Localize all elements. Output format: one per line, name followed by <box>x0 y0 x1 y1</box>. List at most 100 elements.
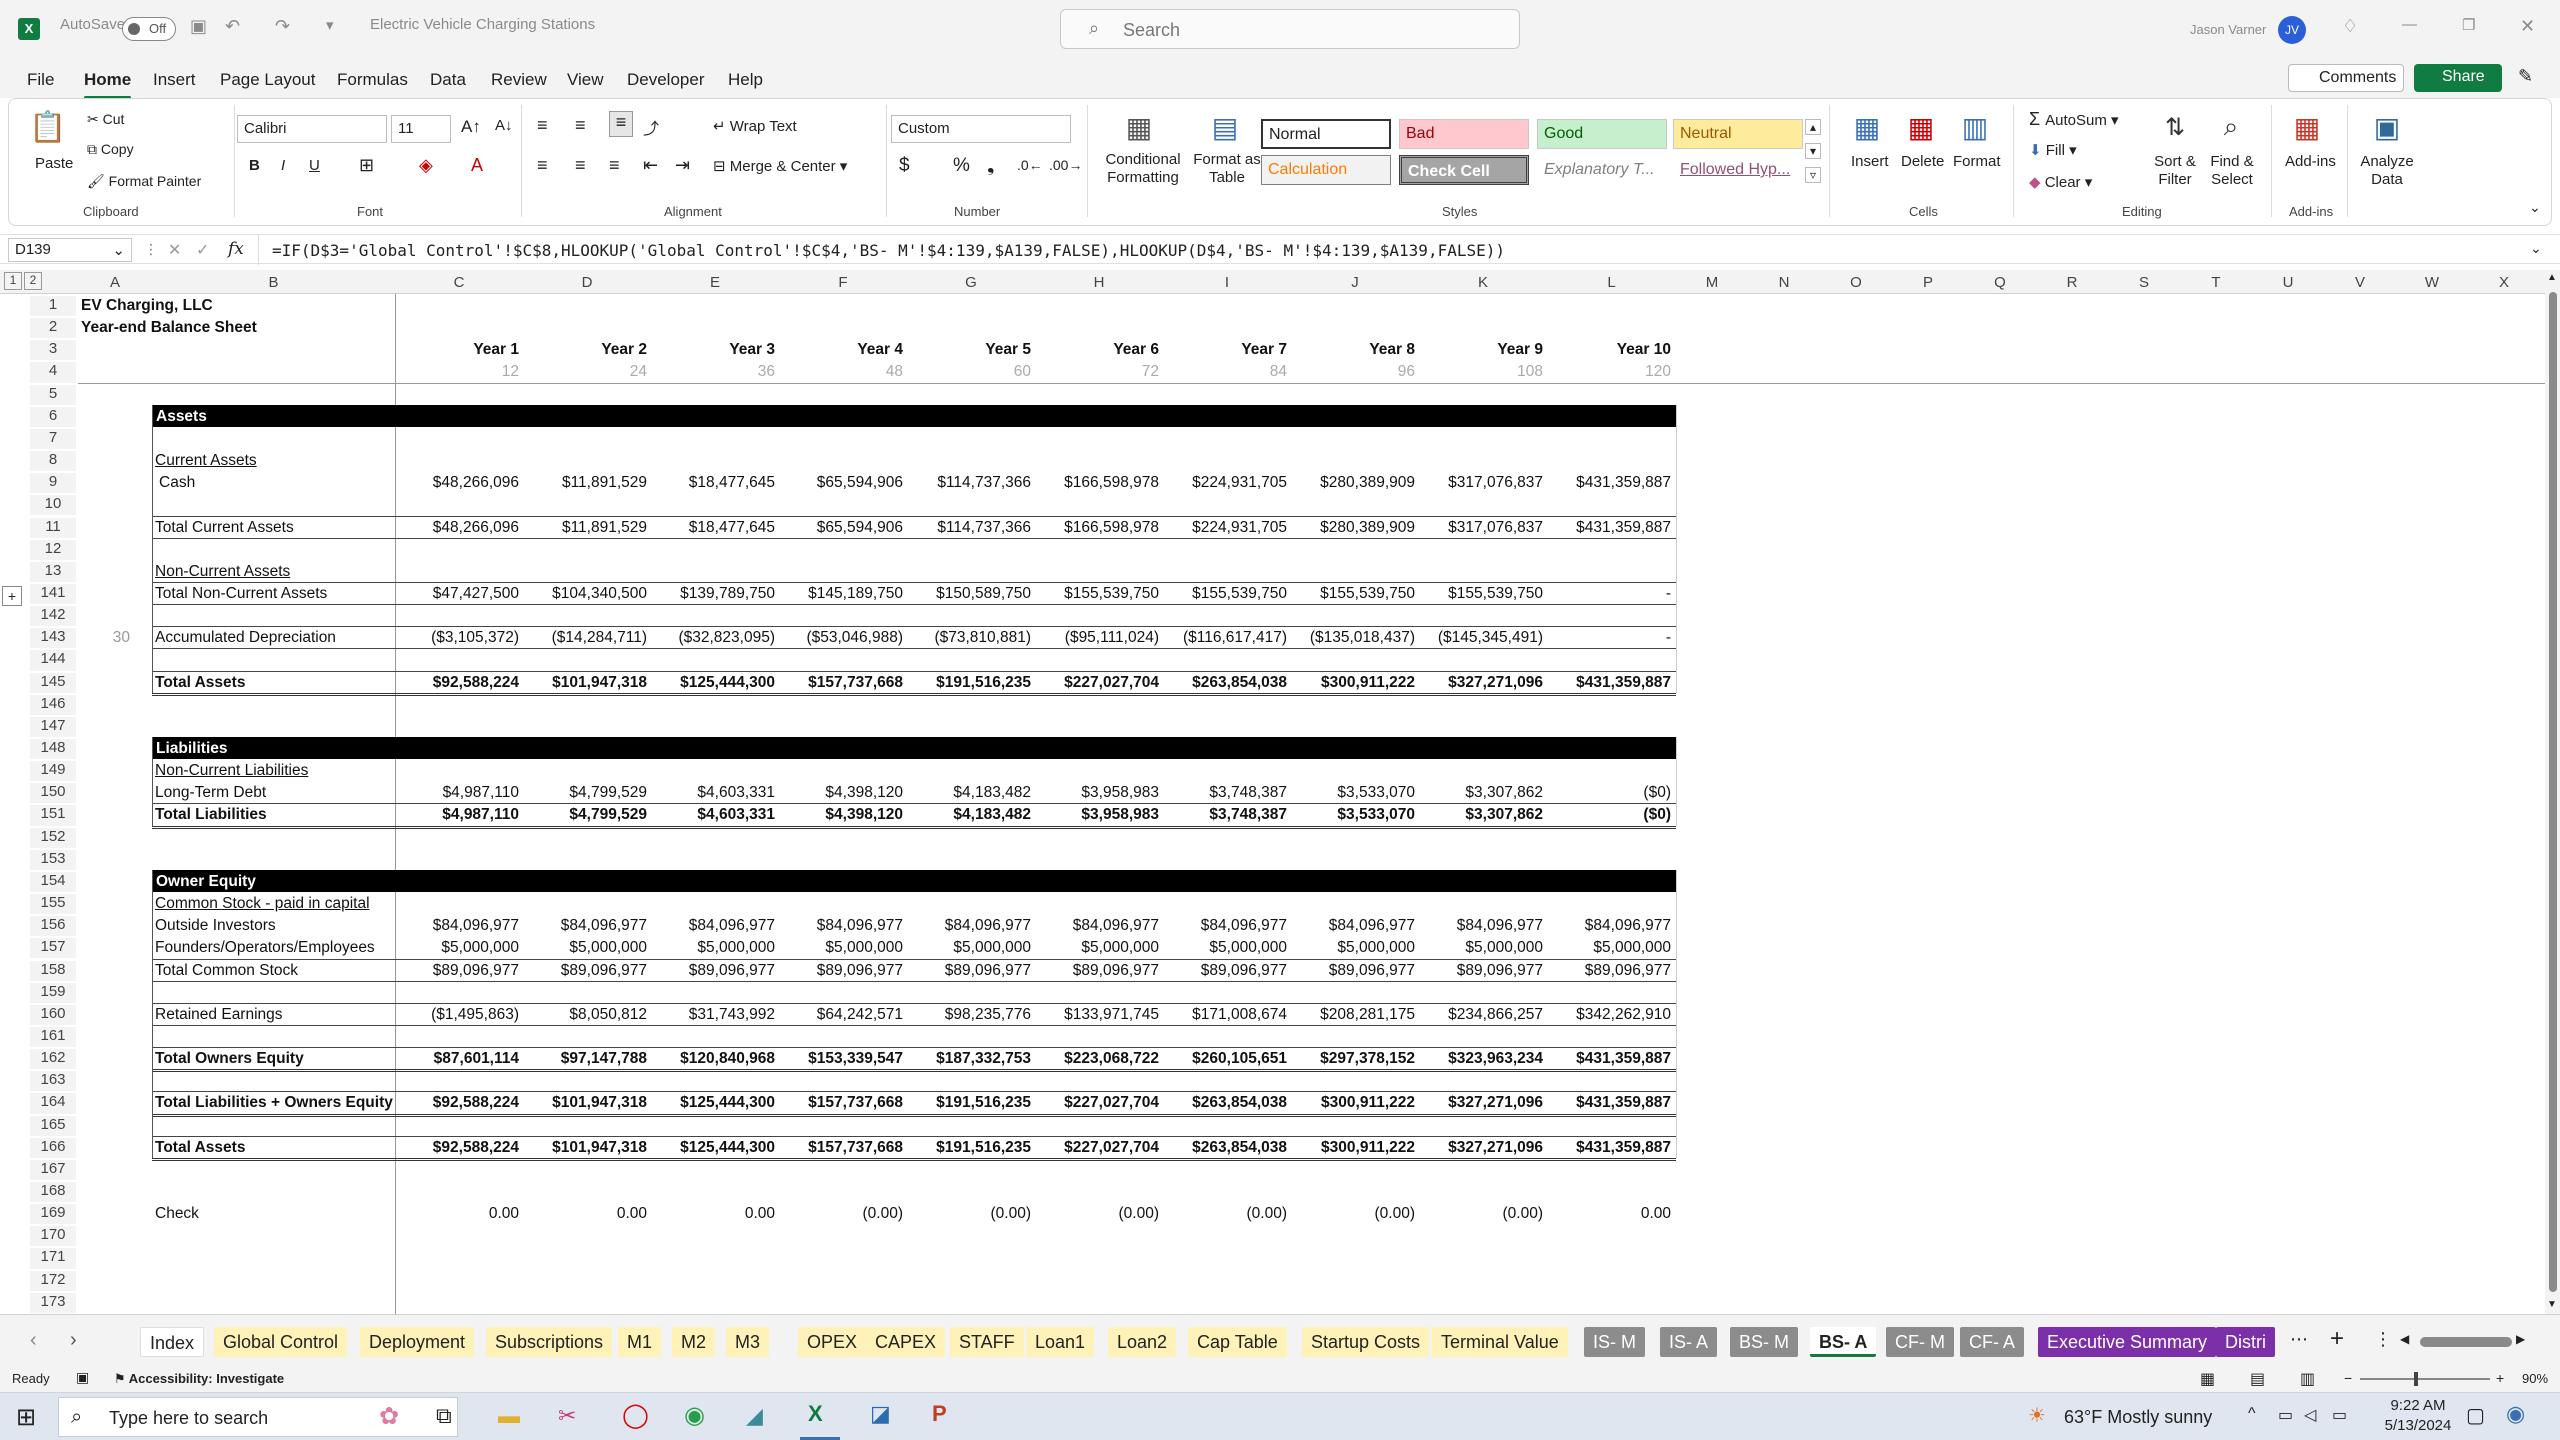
app-icon[interactable]: ◢ <box>746 1403 763 1429</box>
sheet-tab-bs-a[interactable]: BS- A <box>1810 1327 1877 1357</box>
font-color-icon[interactable]: A <box>471 155 483 176</box>
cell-total-non-current[interactable]: $155,539,750 <box>1291 585 1415 603</box>
style-calculation[interactable]: Calculation <box>1261 155 1391 185</box>
sheet-tab-cf-m[interactable]: CF- M <box>1886 1327 1954 1357</box>
cell-accum-dep[interactable]: ($145,345,491) <box>1419 629 1543 647</box>
row-header[interactable]: 147 <box>30 716 76 737</box>
font-name-select[interactable]: Calibri <box>237 115 387 143</box>
weather-icon[interactable]: ☀ <box>2028 1403 2046 1428</box>
year-header[interactable]: Year 3 <box>651 341 775 359</box>
row-header[interactable]: 144 <box>30 650 76 671</box>
cut-button[interactable]: ✂ Cut <box>87 111 124 128</box>
row-header[interactable]: 156 <box>30 916 76 937</box>
scroll-up-icon[interactable]: ▲ <box>2547 272 2557 283</box>
cell-retained[interactable]: $234,866,257 <box>1419 1006 1543 1024</box>
year-header[interactable]: Year 10 <box>1547 341 1671 359</box>
cell-retained[interactable]: $8,050,812 <box>523 1006 647 1024</box>
row-header[interactable]: 5 <box>30 384 76 405</box>
cell-cash[interactable]: $65,594,906 <box>779 474 903 492</box>
outline-level-2-button[interactable]: 2 <box>24 272 42 290</box>
cell-total-common[interactable]: $89,096,977 <box>651 962 775 980</box>
prev-sheet-icon[interactable]: ‹ <box>30 1329 37 1352</box>
sheet-tab-is-a[interactable]: IS- A <box>1660 1327 1718 1357</box>
restore-icon[interactable]: ❐ <box>2462 16 2475 34</box>
column-header[interactable]: N <box>1748 274 1820 291</box>
cell-retained[interactable]: $171,008,674 <box>1163 1006 1287 1024</box>
style-neutral[interactable]: Neutral <box>1673 119 1803 149</box>
cell-total-assets2[interactable]: $263,854,038 <box>1163 1139 1287 1157</box>
fill-button[interactable]: ⬇ Fill ▾ <box>2029 141 2077 159</box>
sheet-tab-m1[interactable]: M1 <box>618 1327 662 1357</box>
cell-total-owners[interactable]: $87,601,114 <box>395 1050 519 1068</box>
cell-total-assets2[interactable]: $157,737,668 <box>779 1139 903 1157</box>
row-header[interactable]: 3 <box>30 340 76 361</box>
scroll-left-icon[interactable]: ◀ <box>2400 1332 2409 1346</box>
cell-ltd[interactable]: $3,958,983 <box>1035 784 1159 802</box>
cell-founders[interactable]: $5,000,000 <box>395 939 519 957</box>
column-header[interactable]: F <box>779 274 907 291</box>
cell-outside[interactable]: $84,096,977 <box>1419 917 1543 935</box>
cell-total-owners[interactable]: $260,105,651 <box>1163 1050 1287 1068</box>
cell-total-assets[interactable]: $327,271,096 <box>1419 674 1543 692</box>
month-index[interactable]: 96 <box>1291 363 1415 381</box>
expand-group-button[interactable]: + <box>2 586 22 606</box>
row-index-value[interactable]: 30 <box>80 629 130 647</box>
cell-total-assets[interactable]: $431,359,887 <box>1547 674 1671 692</box>
cell-retained[interactable]: $64,242,571 <box>779 1006 903 1024</box>
cell-total-assets[interactable]: $157,737,668 <box>779 674 903 692</box>
minimize-icon[interactable]: — <box>2402 16 2417 33</box>
powerpoint-icon[interactable]: P <box>932 1401 947 1427</box>
cell-outside[interactable]: $84,096,977 <box>523 917 647 935</box>
pen-icon[interactable]: ✎ <box>2518 66 2533 87</box>
cell-ltd[interactable]: $3,533,070 <box>1291 784 1415 802</box>
analyze-data-icon[interactable]: ▣ <box>2367 109 2407 145</box>
cell-total-assets2[interactable]: $431,359,887 <box>1547 1139 1671 1157</box>
cell-retained[interactable]: $133,971,745 <box>1035 1006 1159 1024</box>
column-header[interactable]: W <box>2396 274 2468 291</box>
cell-accum-dep[interactable]: ($32,823,095) <box>651 629 775 647</box>
column-header[interactable]: R <box>2036 274 2108 291</box>
excel-taskbar-icon[interactable]: X <box>808 1401 823 1427</box>
column-header[interactable]: C <box>395 274 523 291</box>
orientation-icon[interactable]: ⤴ <box>643 115 659 139</box>
month-index[interactable]: 36 <box>651 363 775 381</box>
style-followed-hyperlink[interactable]: Followed Hyp... <box>1673 155 1803 185</box>
label-long-term-debt[interactable]: Long-Term Debt <box>155 784 266 802</box>
italic-icon[interactable]: I <box>281 157 285 174</box>
cell-outside[interactable]: $84,096,977 <box>395 917 519 935</box>
cell-total-current[interactable]: $224,931,705 <box>1163 519 1287 537</box>
cell-cash[interactable]: $317,076,837 <box>1419 474 1543 492</box>
spreadsheet-grid[interactable]: 1 2 ABCDEFGHIJKLMNOPQRSTUVWX 1 2 3 4 5 6 7 8 9 10… <box>0 270 2545 1314</box>
cell-accum-dep[interactable]: ($14,284,711) <box>523 629 647 647</box>
cell-total-liabilities[interactable]: $4,398,120 <box>779 806 903 824</box>
column-header[interactable]: V <box>2324 274 2396 291</box>
tab-page-layout[interactable]: Page Layout <box>220 70 315 90</box>
cell-total-owners[interactable]: $153,339,547 <box>779 1050 903 1068</box>
row-header[interactable]: 166 <box>30 1137 76 1158</box>
cell-founders[interactable]: $5,000,000 <box>1035 939 1159 957</box>
align-middle-icon[interactable]: ≡ <box>575 115 586 136</box>
sheet-tab-index[interactable]: Index <box>140 1327 205 1357</box>
accessibility-status[interactable]: ⚑ Accessibility: Investigate <box>114 1371 284 1387</box>
row-header[interactable]: 9 <box>30 473 76 494</box>
cell-founders[interactable]: $5,000,000 <box>779 939 903 957</box>
style-good[interactable]: Good <box>1537 119 1667 149</box>
company-name[interactable]: EV Charging, LLC <box>81 297 213 315</box>
month-index[interactable]: 48 <box>779 363 903 381</box>
cell-founders[interactable]: $5,000,000 <box>651 939 775 957</box>
style-explanatory[interactable]: Explanatory T... <box>1537 155 1667 185</box>
delete-button[interactable]: Delete <box>1901 153 1944 170</box>
sheet-tab-cap-table[interactable]: Cap Table <box>1188 1327 1287 1357</box>
share-button[interactable]: Share <box>2414 64 2502 92</box>
cell-ltd[interactable]: $4,987,110 <box>395 784 519 802</box>
cell-total-common[interactable]: $89,096,977 <box>1547 962 1671 980</box>
cell-total-non-current[interactable]: $145,189,750 <box>779 585 903 603</box>
row-header[interactable]: 172 <box>30 1270 76 1291</box>
cell-accum-dep[interactable]: ($3,105,372) <box>395 629 519 647</box>
cell-cash[interactable]: $224,931,705 <box>1163 474 1287 492</box>
cell-total-current[interactable]: $431,359,887 <box>1547 519 1671 537</box>
tab-options-icon[interactable]: ⋮ <box>2374 1329 2392 1350</box>
tab-review[interactable]: Review <box>491 70 547 90</box>
cell-check[interactable]: (0.00) <box>1419 1205 1544 1223</box>
cell-total-assets[interactable]: $227,027,704 <box>1035 674 1159 692</box>
